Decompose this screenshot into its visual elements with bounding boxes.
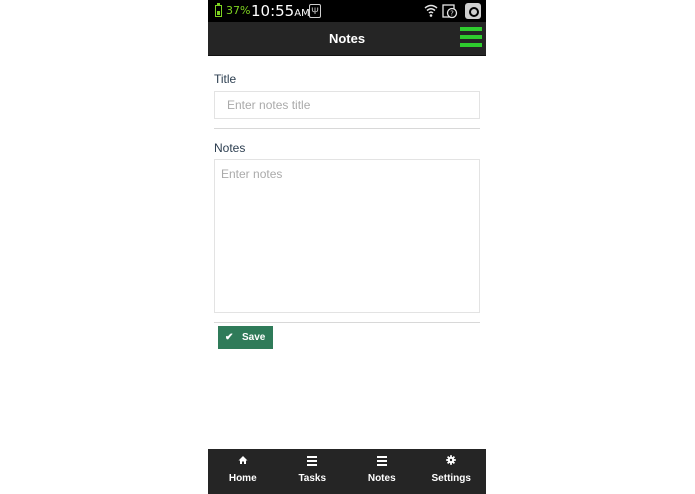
clock-time: 10:55 [251,2,295,20]
nav-item-settings[interactable]: Settings [417,449,487,494]
page-title: Notes [328,31,366,46]
notes-textarea[interactable] [214,159,480,313]
hamburger-menu-icon[interactable] [460,25,482,49]
camera-icon [465,3,481,19]
clock: 10:55AM [251,2,310,20]
save-button-label: Save [242,332,266,343]
save-button[interactable]: ✔ Save [218,326,273,349]
battery-icon [215,3,222,17]
notes-label: Notes [214,141,246,155]
nav-label-notes: Notes [367,473,396,484]
phone-screen: 37% 10:55AM Ψ ? Notes Title Enter notes … [208,0,486,494]
battery-percentage: 37% [226,4,251,17]
notes-divider [214,322,480,323]
nav-label-settings: Settings [431,473,471,484]
nav-item-notes[interactable]: Notes [347,449,417,494]
nav-item-home[interactable]: Home [208,449,278,494]
bottom-nav: Home Tasks Notes Settings [208,449,486,494]
app-header: Notes [208,22,486,56]
bars-icon [278,455,348,467]
nav-label-tasks: Tasks [298,473,327,484]
title-input[interactable] [214,91,480,119]
gear-icon [417,455,487,467]
wifi-icon [424,3,438,23]
title-divider [214,128,480,129]
nav-item-tasks[interactable]: Tasks [278,449,348,494]
home-icon [208,455,278,467]
usb-icon: Ψ [309,4,321,18]
sync-icon: ? [442,3,458,24]
nav-label-home: Home [228,473,257,484]
status-bar: 37% 10:55AM Ψ ? [208,0,486,22]
title-label: Title [214,72,237,86]
clock-ampm: AM [294,8,310,19]
check-icon: ✔ [225,332,234,343]
bars-icon [347,455,417,467]
svg-text:?: ? [450,10,454,18]
